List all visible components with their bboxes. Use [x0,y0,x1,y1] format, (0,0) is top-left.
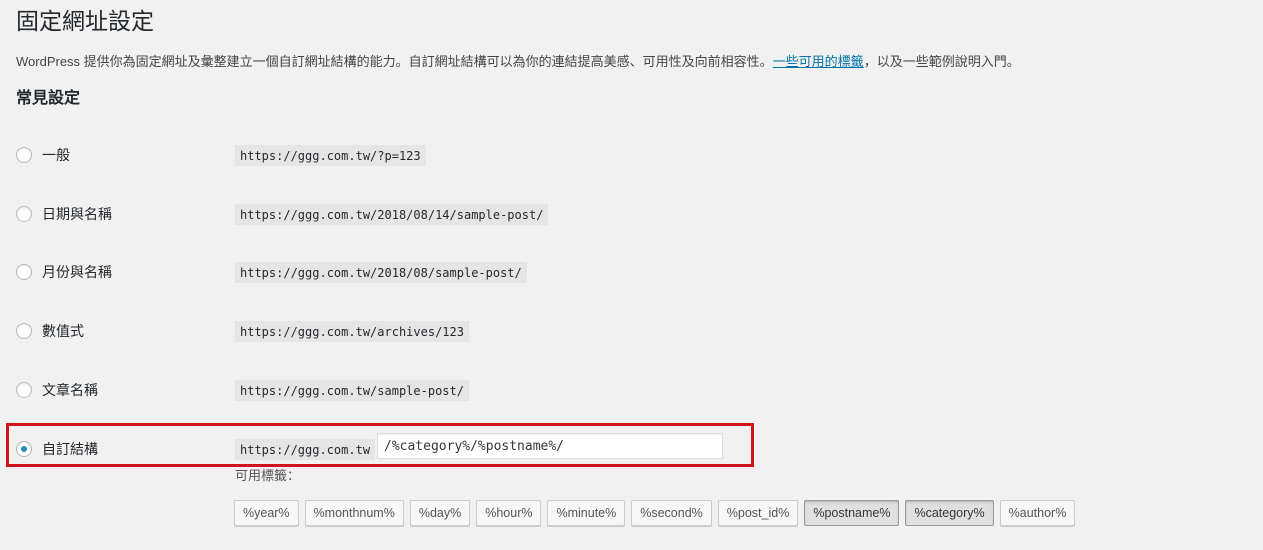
intro-description: WordPress 提供你為固定網址及彙整建立一個自訂網址結構的能力。自訂網址結… [16,53,1020,71]
option-plain[interactable]: 一般 [16,143,70,167]
intro-suffix: ，以及一些範例說明入門。 [863,54,1020,69]
radio-month-name[interactable] [16,264,32,280]
option-numeric[interactable]: 數值式 [16,319,84,343]
tag-button-postname[interactable]: %postname% [804,500,900,526]
example-url-post-name: https://ggg.com.tw/sample-post/ [235,380,469,401]
custom-structure-input[interactable] [377,433,723,459]
radio-label-day-name[interactable]: 日期與名稱 [42,204,112,224]
radio-day-name[interactable] [16,206,32,222]
radio-label-custom-structure[interactable]: 自訂結構 [42,439,98,459]
tag-button-day[interactable]: %day% [409,500,471,526]
radio-numeric[interactable] [16,323,32,339]
radio-label-plain[interactable]: 一般 [42,145,70,165]
tag-button-minute[interactable]: %minute% [547,500,626,526]
radio-custom-structure[interactable] [16,441,32,457]
tag-button-monthnum[interactable]: %monthnum% [304,500,404,526]
available-tags-link[interactable]: 一些可用的標籤 [773,54,864,69]
tag-button-category[interactable]: %category% [905,500,994,526]
tag-button-year[interactable]: %year% [234,500,299,526]
radio-post-name[interactable] [16,382,32,398]
page-title: 固定網址設定 [16,8,154,34]
tag-button-second[interactable]: %second% [631,500,712,526]
custom-structure-base-url: https://ggg.com.tw [235,439,376,460]
tag-button-author[interactable]: %author% [999,500,1076,526]
example-url-numeric: https://ggg.com.tw/archives/123 [235,321,469,342]
radio-label-post-name[interactable]: 文章名稱 [42,380,98,400]
option-day-name[interactable]: 日期與名稱 [16,202,112,226]
radio-plain[interactable] [16,147,32,163]
example-url-day-name: https://ggg.com.tw/2018/08/14/sample-pos… [235,204,549,225]
example-url-month-name: https://ggg.com.tw/2018/08/sample-post/ [235,262,527,283]
option-custom-structure[interactable]: 自訂結構 [16,437,98,461]
example-url-plain: https://ggg.com.tw/?p=123 [235,145,426,166]
available-tags-label: 可用標籤： [235,468,301,483]
tag-button-hour[interactable]: %hour% [476,500,542,526]
radio-label-month-name[interactable]: 月份與名稱 [42,262,112,282]
common-settings-heading: 常見設定 [16,90,81,107]
radio-label-numeric[interactable]: 數值式 [42,321,84,341]
available-tags-list: %year% %monthnum% %day% %hour% %minute% … [234,500,1081,526]
tag-button-post-id[interactable]: %post_id% [717,500,799,526]
option-month-name[interactable]: 月份與名稱 [16,260,112,284]
intro-text: WordPress 提供你為固定網址及彙整建立一個自訂網址結構的能力。自訂網址結… [16,54,773,69]
option-post-name[interactable]: 文章名稱 [16,378,98,402]
